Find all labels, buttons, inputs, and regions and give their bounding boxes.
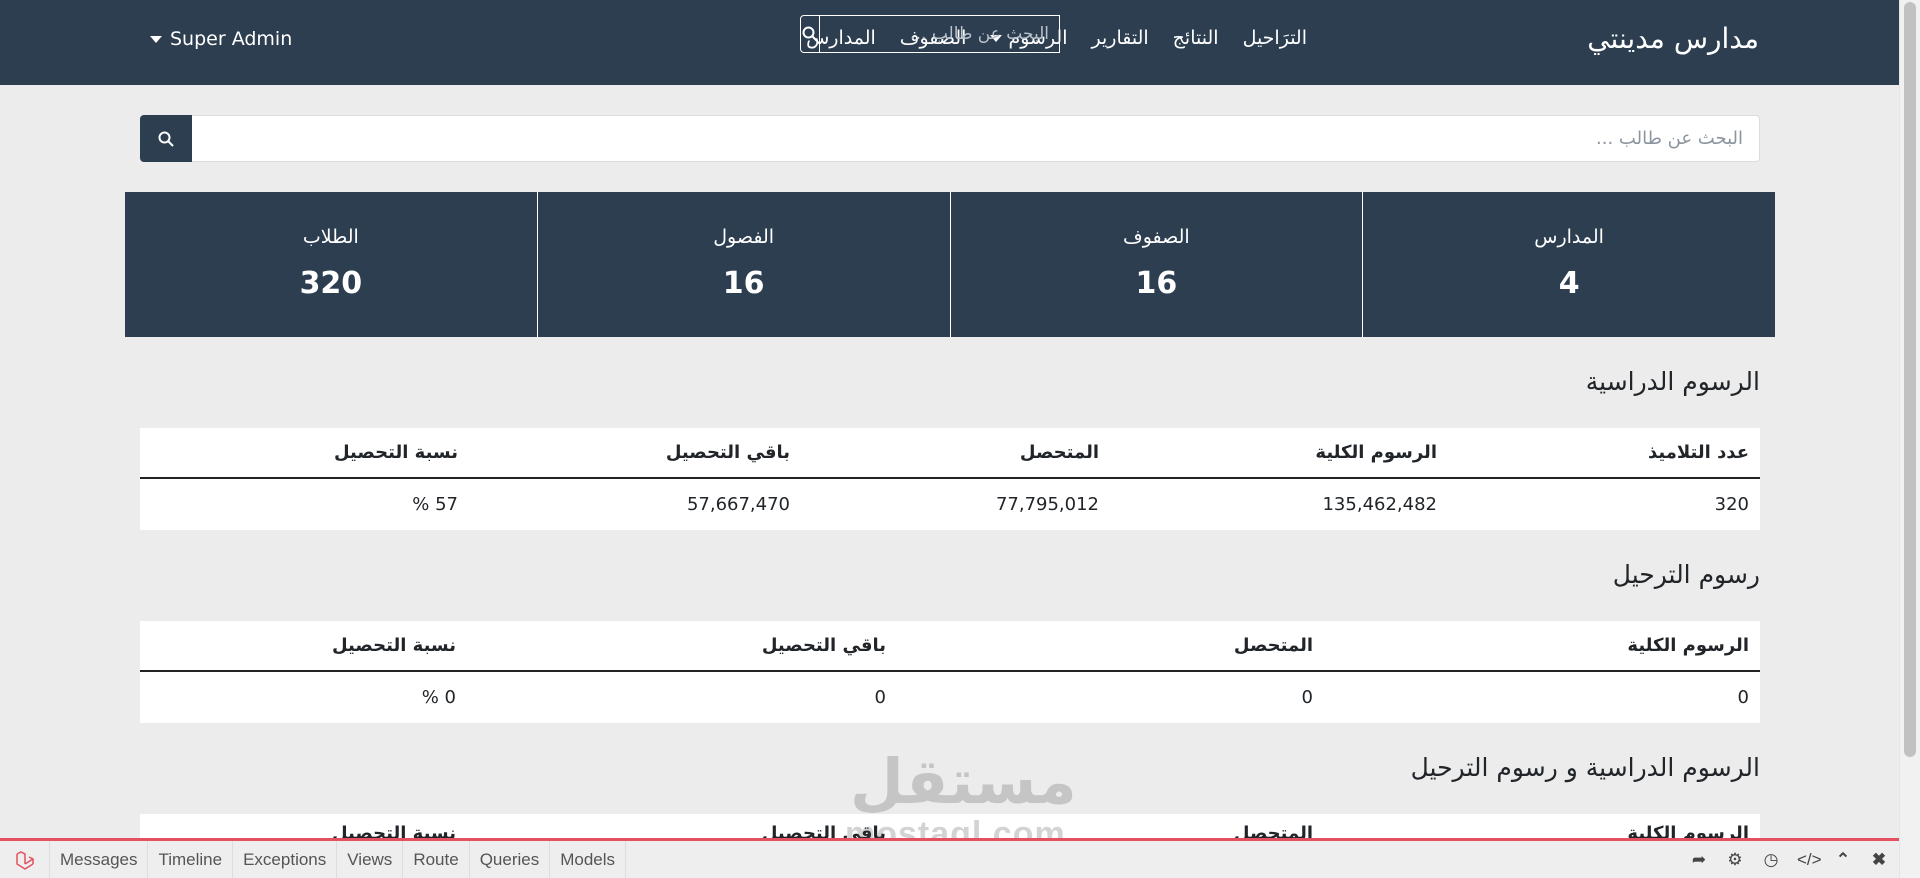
top-navbar: مدارس مدينتي المدارس الصفوف الرسوم التقا… [0, 0, 1899, 85]
stat-value: 4 [1558, 266, 1580, 301]
stat-students: الطلاب 320 [125, 192, 537, 337]
fees-table: عدد التلاميذ الرسوم الكلية المتحصل باقي … [140, 428, 1760, 530]
stat-label: المدارس [1534, 226, 1604, 248]
user-name: Super Admin [170, 28, 293, 50]
stat-schools: المدارس 4 [1362, 192, 1775, 337]
section-title-combined: الرسوم الدراسية و رسوم الترحيل [1410, 753, 1760, 782]
navbar-search-button[interactable] [800, 15, 820, 53]
debug-tab-views[interactable]: Views [337, 841, 404, 878]
clock-icon[interactable]: ◷ [1761, 850, 1781, 870]
table-header-cell: المتحصل [1019, 442, 1099, 463]
stat-label: الفصول [713, 226, 775, 248]
table-row: 320 135,462,482 77,795,012 57,667,470 57… [140, 479, 1760, 530]
watermark-arabic: مستقل [850, 745, 1077, 818]
debug-tab-exceptions[interactable]: Exceptions [233, 841, 338, 878]
transfer-table: الرسوم الكلية المتحصل باقي التحصيل نسبة … [140, 621, 1760, 723]
scrollbar-thumb[interactable] [1904, 2, 1916, 757]
table-row: 0 0 0 0 % [140, 672, 1760, 723]
close-icon[interactable]: ✖ [1869, 850, 1889, 870]
debug-tab-queries[interactable]: Queries [470, 841, 551, 878]
debug-tab-timeline[interactable]: Timeline [148, 841, 234, 878]
table-header-row: الرسوم الكلية المتحصل باقي التحصيل نسبة … [140, 621, 1760, 672]
stat-grades: الصفوف 16 [949, 192, 1363, 337]
debug-bar: Messages Timeline Exceptions Views Route… [0, 838, 1899, 878]
student-search-input[interactable] [192, 115, 1760, 162]
table-header-cell: عدد التلاميذ [1647, 442, 1749, 463]
debug-tab-route[interactable]: Route [403, 841, 470, 878]
table-cell: 135,462,482 [1322, 494, 1437, 515]
stat-label: الطلاب [302, 226, 359, 248]
nav-link-label: التقارير [1091, 27, 1149, 49]
table-cell: 0 [1737, 687, 1749, 708]
debug-tab-messages[interactable]: Messages [50, 841, 149, 878]
nav-link-reports[interactable]: التقارير [1092, 27, 1149, 49]
code-icon[interactable]: </> [1797, 850, 1822, 870]
table-header-row: عدد التلاميذ الرسوم الكلية المتحصل باقي … [140, 428, 1760, 479]
nav-link-label: النتائج [1172, 27, 1219, 49]
table-cell: 320 [1714, 494, 1749, 515]
stat-value: 16 [1135, 266, 1178, 301]
navbar-search-input[interactable] [820, 15, 1060, 53]
stats-panel: المدارس 4 الصفوف 16 الفصول 16 الطلاب 320 [125, 192, 1775, 337]
section-title-fees: الرسوم الدراسية [1585, 367, 1760, 396]
table-header-cell: باقي التحصيل [761, 635, 886, 656]
table-cell: 57,667,470 [686, 494, 790, 515]
table-header-cell: باقي التحصيل [665, 442, 790, 463]
table-header-cell: الرسوم الكلية [1315, 442, 1437, 463]
nav-link-label: الترَاحيل [1242, 27, 1307, 49]
table-header-cell: نسبة التحصيل [333, 442, 458, 463]
stat-value: 16 [722, 266, 765, 301]
stat-classes: الفصول 16 [536, 192, 950, 337]
page-scrollbar[interactable] [1899, 0, 1920, 878]
debug-tab-models[interactable]: Models [550, 841, 627, 878]
user-menu-dropdown[interactable]: Super Admin [150, 28, 292, 50]
brand-logo-text[interactable]: مدارس مدينتي [1587, 22, 1759, 55]
laravel-logo-icon[interactable] [0, 841, 50, 878]
student-search-button[interactable] [140, 115, 192, 162]
search-icon [802, 26, 818, 42]
search-icon [158, 131, 174, 147]
table-cell: 0 [874, 687, 886, 708]
table-cell: 77,795,012 [995, 494, 1099, 515]
nav-link-transfers[interactable]: الترَاحيل [1243, 27, 1307, 49]
nav-link-results[interactable]: النتائج [1173, 27, 1219, 49]
settings-icon[interactable]: ⚙ [1725, 850, 1745, 870]
table-cell: 57 % [412, 494, 458, 515]
debug-bar-actions: ➦ ⚙ ◷ </> ⌃ ✖ [1689, 841, 1889, 878]
table-header-cell: الرسوم الكلية [1627, 635, 1749, 656]
stat-value: 320 [299, 266, 363, 301]
table-cell: 0 [1301, 687, 1313, 708]
laravel-icon [15, 850, 34, 870]
chevron-down-icon [150, 35, 162, 43]
table-header-cell: المتحصل [1233, 635, 1313, 656]
navbar-search [800, 15, 1060, 53]
stat-label: الصفوف [1123, 226, 1190, 248]
section-title-transfer: رسوم الترحيل [1612, 560, 1760, 589]
student-search [140, 115, 1760, 162]
chevron-up-icon[interactable]: ⌃ [1833, 850, 1853, 870]
table-header-cell: نسبة التحصيل [331, 635, 456, 656]
table-cell: 0 % [421, 687, 456, 708]
share-icon[interactable]: ➦ [1689, 850, 1709, 870]
